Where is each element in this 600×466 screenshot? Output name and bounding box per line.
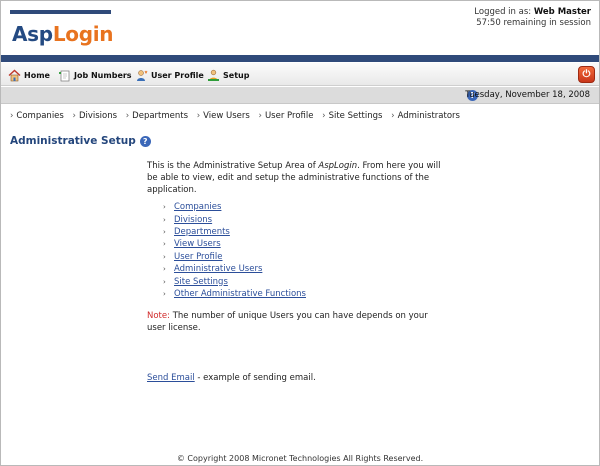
toolbar: Home Job Numbers User Profile Setup ⏻: [1, 63, 599, 86]
subnav-administrators[interactable]: Administrators: [398, 111, 460, 121]
email-suffix: - example of sending email.: [194, 373, 316, 383]
list-item: › Departments: [163, 226, 306, 238]
intro-prefix: This is the Administrative Setup Area of: [147, 161, 319, 171]
page-title: Administrative Setup: [10, 135, 136, 147]
toolbar-job-numbers[interactable]: Job Numbers: [58, 67, 132, 83]
chevron-right-icon: ›: [163, 215, 166, 224]
subnav-companies[interactable]: Companies: [16, 111, 63, 121]
chevron-right-icon: ›: [163, 265, 166, 274]
chevron-right-icon: ›: [163, 203, 166, 212]
subnav-view-users[interactable]: View Users: [203, 111, 250, 121]
help-icon[interactable]: ?: [139, 135, 151, 147]
logo-bar: [10, 10, 111, 14]
chevron-right-icon: ›: [322, 111, 326, 121]
link-site-settings[interactable]: Site Settings: [174, 277, 228, 287]
chevron-right-icon: ›: [196, 111, 201, 121]
list-item: › Divisions: [163, 213, 306, 225]
current-date: Tuesday, November 18, 2008: [465, 90, 590, 100]
license-note: Note: The number of unique Users you can…: [147, 310, 447, 334]
logged-in-label: Logged in as:: [474, 7, 532, 17]
page-title-row: Administrative Setup ?: [10, 135, 151, 147]
header-band: [1, 55, 599, 62]
chevron-right-icon: ›: [163, 277, 166, 286]
list-item: › Administrative Users: [163, 263, 306, 275]
subnav-divisions[interactable]: Divisions: [79, 111, 117, 121]
house-icon: [8, 69, 21, 82]
login-info: Logged in as: Web Master 57:50 remaining…: [474, 7, 591, 29]
note-text: The number of unique Users you can have …: [147, 311, 428, 333]
user-name: Web Master: [533, 7, 591, 17]
list-item: › Companies: [163, 201, 306, 213]
chevron-right-icon: ›: [258, 111, 262, 121]
toolbar-home[interactable]: Home: [8, 67, 50, 83]
list-item: › View Users: [163, 238, 306, 250]
session-suffix: remaining in session: [503, 18, 591, 28]
user-icon: [135, 69, 148, 82]
intro-app-name: AspLogin: [318, 161, 358, 171]
power-icon[interactable]: ⏻: [578, 66, 595, 83]
note-label: Note:: [147, 311, 170, 321]
chevron-right-icon: ›: [72, 111, 76, 121]
logo-asp: Asp: [12, 22, 53, 46]
chevron-right-icon: ›: [163, 252, 166, 261]
logo-login: Login: [52, 22, 114, 46]
sub-navigation: › Companies › Divisions › Departments › View…: [10, 111, 466, 121]
link-other-admin-functions[interactable]: Other Administrative Functions: [174, 289, 306, 299]
person-setup-icon: [207, 69, 220, 82]
send-email-link[interactable]: Send Email: [147, 373, 195, 383]
subnav-departments[interactable]: Departments: [132, 111, 188, 121]
email-row: Send Email - example of sending email.: [147, 373, 316, 383]
session-time: 57:50: [476, 18, 501, 28]
link-view-users[interactable]: View Users: [174, 239, 221, 249]
subnav-user-profile[interactable]: User Profile: [265, 111, 314, 121]
footer-copyright: © Copyright 2008 Micronet Technologies A…: [176, 454, 424, 463]
toolbar-job-numbers-label: Job Numbers: [74, 70, 132, 80]
app-logo[interactable]: AspLogin: [12, 22, 114, 46]
intro-paragraph: This is the Administrative Setup Area of…: [147, 160, 447, 196]
chevron-right-icon: ›: [163, 240, 166, 249]
list-item: › User Profile: [163, 251, 306, 263]
toolbar-home-label: Home: [24, 70, 50, 80]
chevron-right-icon: ›: [163, 227, 166, 236]
list-item: › Site Settings: [163, 275, 306, 287]
chevron-right-icon: ›: [391, 111, 395, 121]
link-departments[interactable]: Departments: [174, 227, 230, 237]
link-divisions[interactable]: Divisions: [174, 215, 212, 225]
subnav-site-settings[interactable]: Site Settings: [329, 111, 383, 121]
admin-links-list: › Companies › Divisions › Departments › View…: [163, 201, 306, 300]
toolbar-setup-label: Setup: [223, 70, 250, 80]
toolbar-user-profile[interactable]: User Profile: [135, 67, 204, 83]
link-user-profile[interactable]: User Profile: [174, 252, 223, 262]
toolbar-setup[interactable]: Setup: [207, 67, 249, 83]
list-item: › Other Administrative Functions: [163, 288, 306, 300]
link-companies[interactable]: Companies: [174, 202, 221, 212]
plus-document-icon: [58, 69, 71, 82]
date-bar: ? Tuesday, November 18, 2008: [1, 87, 599, 104]
link-administrative-users[interactable]: Administrative Users: [174, 264, 262, 274]
chevron-right-icon: ›: [10, 111, 14, 121]
chevron-right-icon: ›: [163, 289, 166, 298]
toolbar-user-profile-label: User Profile: [151, 70, 204, 80]
chevron-right-icon: ›: [125, 111, 130, 121]
